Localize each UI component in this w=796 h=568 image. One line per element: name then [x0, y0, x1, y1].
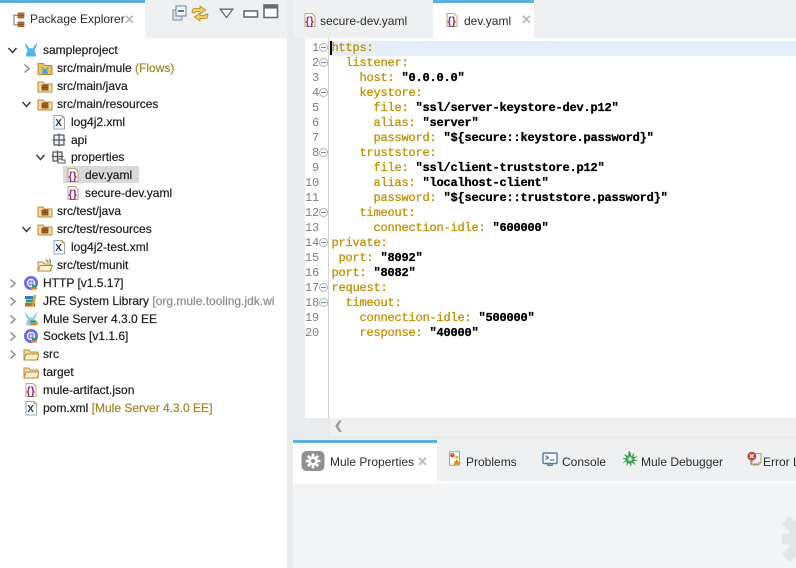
svg-text:{}: {}: [447, 15, 456, 27]
svg-text:{}: {}: [305, 15, 314, 27]
svg-text:X: X: [55, 243, 62, 254]
svg-text:X: X: [55, 118, 62, 129]
svg-text:{}: {}: [68, 171, 77, 183]
svg-text:X: X: [27, 404, 34, 415]
svg-text:{}: {}: [68, 189, 77, 201]
svg-text:{}: {}: [26, 385, 35, 397]
